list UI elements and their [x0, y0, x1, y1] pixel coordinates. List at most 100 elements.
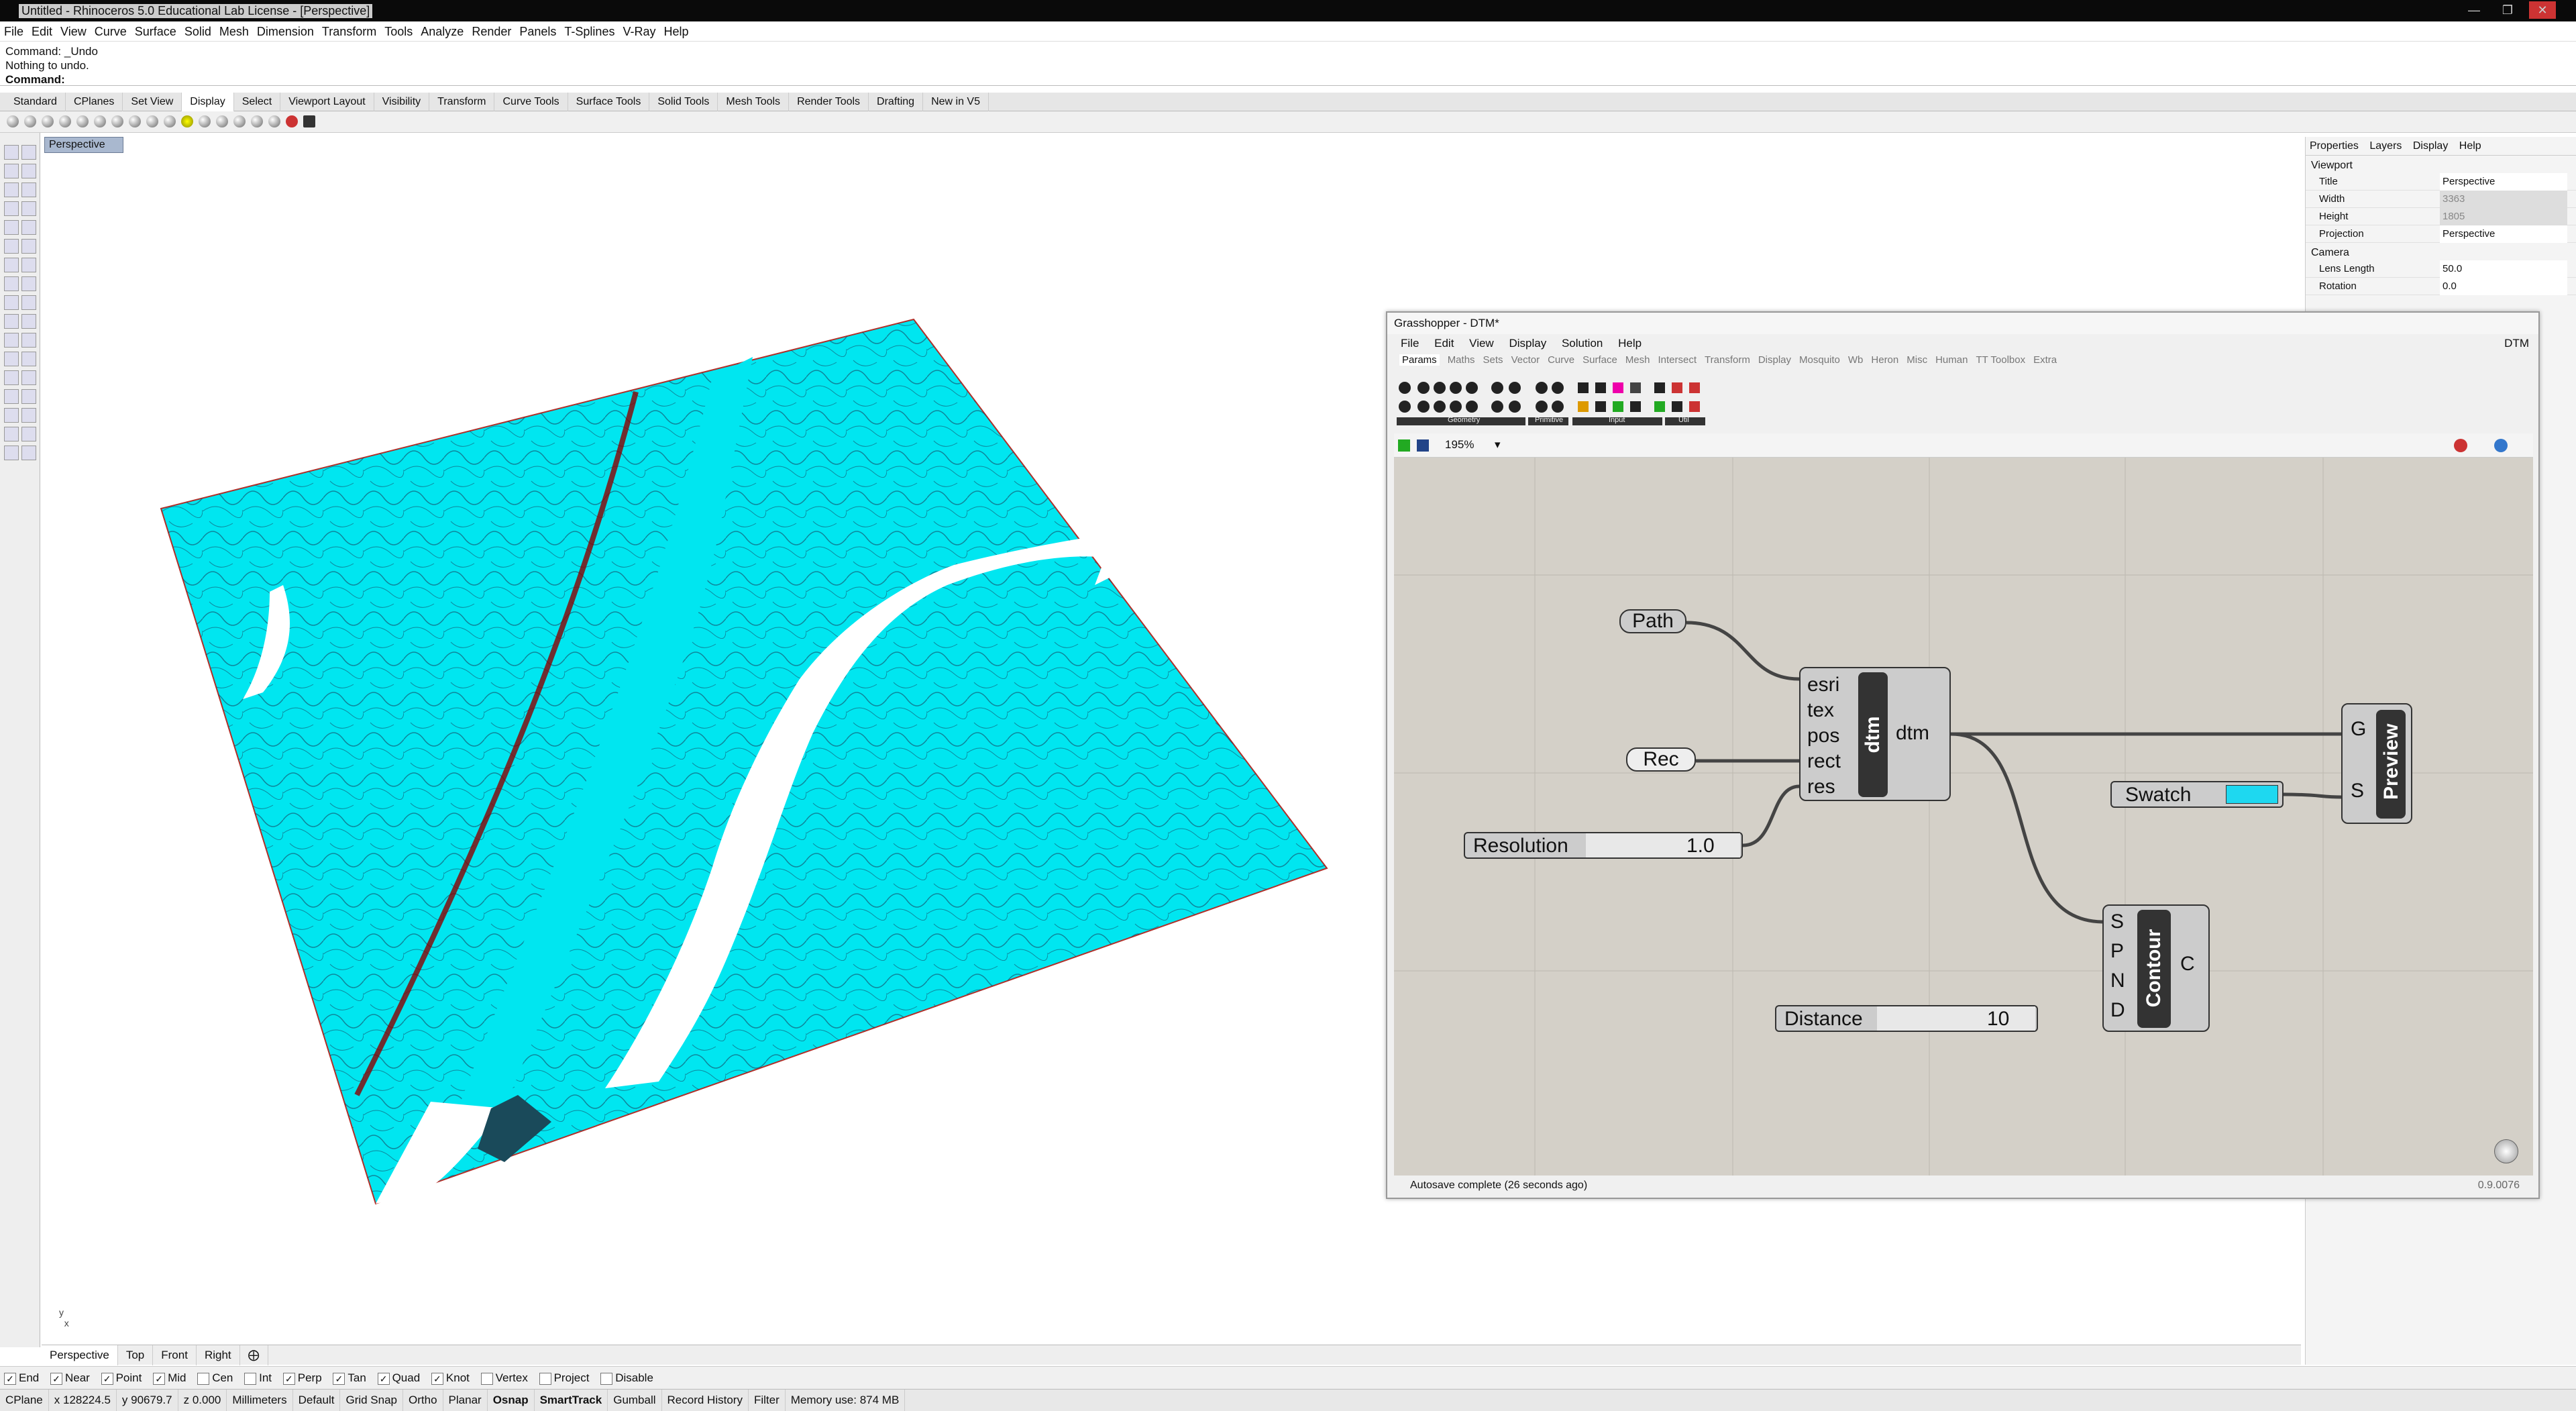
- tool-icon[interactable]: [4, 276, 19, 291]
- menu-panels[interactable]: Panels: [515, 21, 560, 42]
- xray-icon[interactable]: [76, 115, 89, 127]
- projection-dropdown[interactable]: Perspective: [2440, 225, 2567, 243]
- light-icon[interactable]: [181, 115, 193, 127]
- tool-icon[interactable]: [21, 427, 36, 441]
- menu-transform[interactable]: Transform: [318, 21, 380, 42]
- tool-icon[interactable]: [21, 333, 36, 348]
- gh-menu-view[interactable]: View: [1469, 337, 1494, 350]
- tool-icon[interactable]: [21, 239, 36, 254]
- zoom-level[interactable]: 195%: [1445, 438, 1474, 452]
- tab-drafting[interactable]: Drafting: [869, 93, 924, 111]
- gh-tab-extra[interactable]: Extra: [2033, 354, 2057, 366]
- save-icon[interactable]: [1417, 439, 1429, 452]
- toggle-osnap[interactable]: Osnap: [488, 1390, 535, 1411]
- gh-tab-surface[interactable]: Surface: [1582, 354, 1617, 366]
- osnap-mid[interactable]: ✓ Mid: [153, 1371, 186, 1385]
- tab-select[interactable]: Select: [234, 93, 281, 111]
- clip-icon[interactable]: [251, 115, 263, 127]
- gh-menu-edit[interactable]: Edit: [1434, 337, 1454, 350]
- tool-icon[interactable]: [21, 276, 36, 291]
- menu-analyze[interactable]: Analyze: [417, 21, 468, 42]
- monitor-icon[interactable]: [303, 115, 315, 127]
- shaded-icon[interactable]: [24, 115, 36, 127]
- property-value[interactable]: 0.0: [2440, 278, 2567, 295]
- viewport-label[interactable]: Perspective: [44, 137, 123, 153]
- gh-tab-heron[interactable]: Heron: [1871, 354, 1898, 366]
- path-param[interactable]: Path: [1619, 609, 1686, 633]
- tool-icon[interactable]: [4, 427, 19, 441]
- tool-icon[interactable]: [4, 258, 19, 272]
- tool-icon[interactable]: [21, 389, 36, 404]
- gh-canvas[interactable]: Path Rec Resolution 1.0 esri tex pos rec…: [1394, 458, 2533, 1175]
- tool-icon[interactable]: [21, 201, 36, 216]
- tab-right[interactable]: Right: [197, 1345, 240, 1365]
- navigation-compass-icon[interactable]: [2494, 1139, 2518, 1163]
- tab-new-in-v5[interactable]: New in V5: [923, 93, 989, 111]
- gh-tab-vector[interactable]: Vector: [1511, 354, 1540, 366]
- tool-icon[interactable]: [4, 220, 19, 235]
- current-layer[interactable]: Default: [293, 1390, 341, 1411]
- gh-tab-tt-toolbox[interactable]: TT Toolbox: [1976, 354, 2025, 366]
- contour-component[interactable]: S P N D Contour C: [2102, 904, 2210, 1032]
- tool-icon[interactable]: [4, 333, 19, 348]
- osnap-vertex[interactable]: Vertex: [480, 1371, 528, 1385]
- gh-tab-display[interactable]: Display: [1758, 354, 1791, 366]
- distance-slider[interactable]: Distance 10: [1775, 1005, 2038, 1032]
- osnap-point[interactable]: ✓ Point: [101, 1371, 142, 1385]
- tool-icon[interactable]: [4, 239, 19, 254]
- open-icon[interactable]: [1398, 439, 1410, 452]
- toggle-grid-snap[interactable]: Grid Snap: [340, 1390, 404, 1411]
- tool-icon[interactable]: [4, 370, 19, 385]
- tool-icon[interactable]: [21, 446, 36, 460]
- technical-icon[interactable]: [94, 115, 106, 127]
- menu-edit[interactable]: Edit: [28, 21, 56, 42]
- menu-vray[interactable]: V-Ray: [619, 21, 659, 42]
- tab-layers[interactable]: Layers: [2369, 140, 2402, 152]
- tab-standard[interactable]: Standard: [5, 93, 66, 111]
- tool-icon[interactable]: [4, 389, 19, 404]
- rendered-icon[interactable]: [42, 115, 54, 127]
- menu-view[interactable]: View: [56, 21, 91, 42]
- tool-icon[interactable]: [21, 145, 36, 160]
- wireframe-icon[interactable]: [7, 115, 19, 127]
- tab-surface-tools[interactable]: Surface Tools: [568, 93, 650, 111]
- sphere-preview-icon[interactable]: [2494, 439, 2508, 452]
- tool-icon[interactable]: [21, 164, 36, 178]
- tool-icon[interactable]: [21, 220, 36, 235]
- tab-curve-tools[interactable]: Curve Tools: [494, 93, 568, 111]
- osnap-end[interactable]: ✓ End: [4, 1371, 39, 1385]
- menu-curve[interactable]: Curve: [91, 21, 131, 42]
- menu-dimension[interactable]: Dimension: [253, 21, 318, 42]
- tab-transform[interactable]: Transform: [429, 93, 495, 111]
- menu-help[interactable]: Help: [660, 21, 693, 42]
- tool-icon[interactable]: [4, 295, 19, 310]
- gh-tab-params[interactable]: Params: [1399, 354, 1440, 366]
- minimize-button[interactable]: —: [2461, 1, 2487, 19]
- menu-tsplines[interactable]: T-Splines: [560, 21, 619, 42]
- tool-icon[interactable]: [4, 408, 19, 423]
- tab-front[interactable]: Front: [153, 1345, 197, 1365]
- swatch-color-chip[interactable]: [2226, 785, 2278, 804]
- gh-menu-solution[interactable]: Solution: [1562, 337, 1603, 350]
- tool-icon[interactable]: [4, 314, 19, 329]
- dtm-component[interactable]: esri tex pos rect res dtm dtm: [1799, 667, 1951, 801]
- menu-mesh[interactable]: Mesh: [215, 21, 253, 42]
- gh-tab-wb[interactable]: Wb: [1848, 354, 1864, 366]
- tab-display-panel[interactable]: Display: [2413, 140, 2448, 152]
- tab-top[interactable]: Top: [118, 1345, 154, 1365]
- tab-viewport-layout[interactable]: Viewport Layout: [280, 93, 374, 111]
- osnap-tan[interactable]: ✓ Tan: [333, 1371, 366, 1385]
- tool-icon[interactable]: [4, 145, 19, 160]
- tab-perspective[interactable]: Perspective: [42, 1345, 118, 1365]
- maximize-button[interactable]: ❐: [2494, 1, 2521, 19]
- zoom-dropdown-icon[interactable]: ▾: [1495, 438, 1501, 452]
- tab-cplanes[interactable]: CPlanes: [66, 93, 123, 111]
- tool-icon[interactable]: [21, 352, 36, 366]
- gh-menu-file[interactable]: File: [1401, 337, 1419, 350]
- preview-toggle-icon[interactable]: [2454, 439, 2467, 452]
- swatch-component[interactable]: Swatch: [2110, 781, 2284, 808]
- osnap-perp[interactable]: ✓ Perp: [282, 1371, 322, 1385]
- osnap-quad[interactable]: ✓ Quad: [377, 1371, 420, 1385]
- gh-tab-misc[interactable]: Misc: [1907, 354, 1927, 366]
- osnap-int[interactable]: Int: [244, 1371, 272, 1385]
